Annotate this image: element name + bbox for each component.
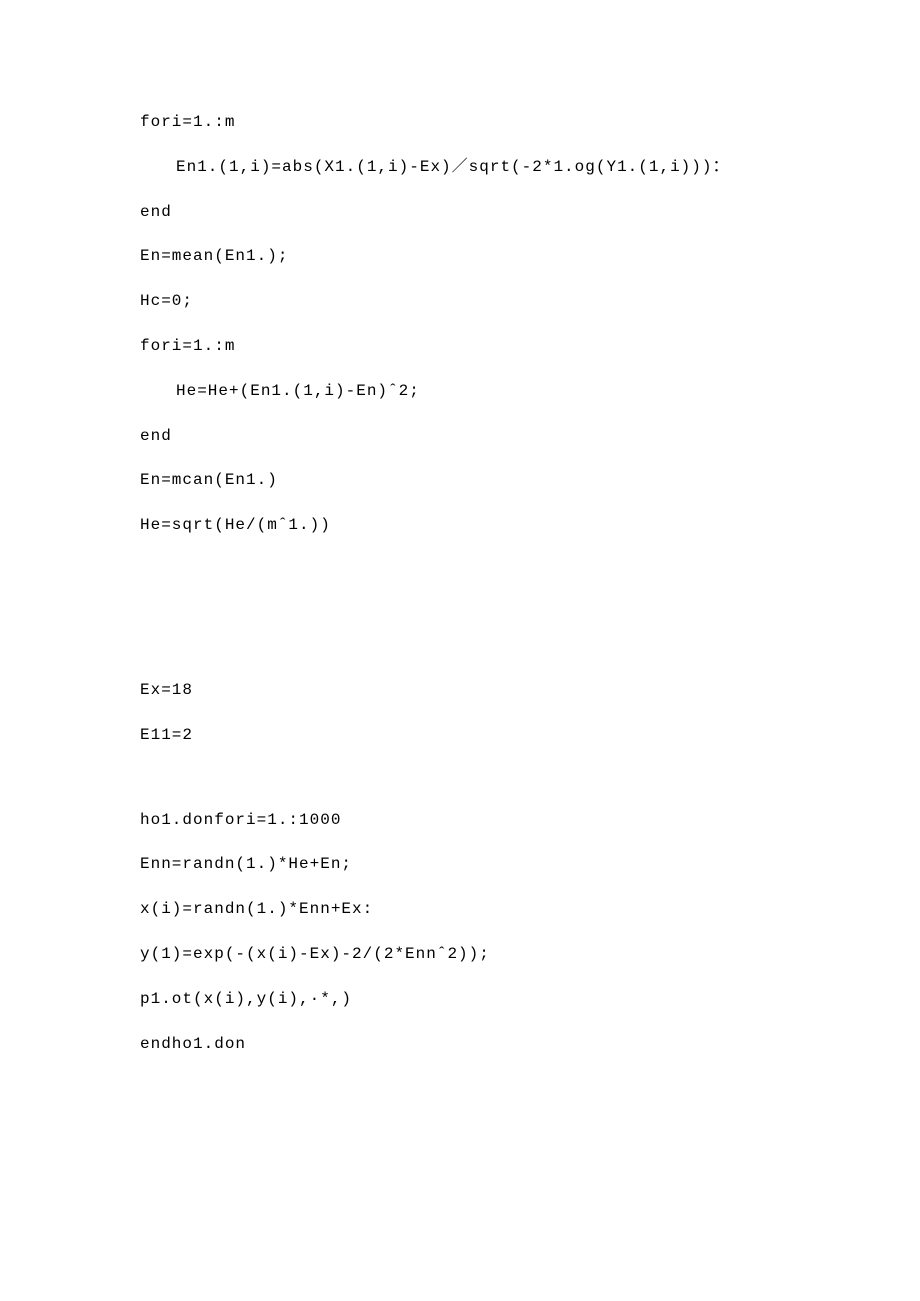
spacer	[140, 758, 780, 798]
spacer	[140, 548, 780, 668]
code-line: Hc=0;	[140, 279, 780, 324]
code-line: Enn=randn(1.)*He+En;	[140, 842, 780, 887]
code-line: Ex=18	[140, 668, 780, 713]
code-document: fori=1.:m En1.(1,i)=abs(X1.(1,i)-Ex)／sqr…	[0, 0, 920, 1126]
code-line: endho1.don	[140, 1022, 780, 1067]
code-line: He=He+(En1.(1,i)-En)ˆ2;	[140, 369, 780, 414]
code-line: En=mean(En1.);	[140, 234, 780, 279]
code-line: end	[140, 414, 780, 459]
code-line: end	[140, 190, 780, 235]
code-line: x(i)=randn(1.)*Enn+Ex:	[140, 887, 780, 932]
code-line: p1.ot(x(i),y(i),·*,)	[140, 977, 780, 1022]
code-line: E11=2	[140, 713, 780, 758]
code-line: y(1)=exp(-(x(i)-Ex)-2/(2*Ennˆ2));	[140, 932, 780, 977]
code-line: fori=1.:m	[140, 100, 780, 145]
code-line: He=sqrt(He/(mˆ1.))	[140, 503, 780, 548]
code-line: ho1.donfori=1.:1000	[140, 798, 780, 843]
code-line: fori=1.:m	[140, 324, 780, 369]
code-line: En=mcan(En1.)	[140, 458, 780, 503]
code-line: En1.(1,i)=abs(X1.(1,i)-Ex)／sqrt(-2*1.og(…	[140, 145, 780, 190]
